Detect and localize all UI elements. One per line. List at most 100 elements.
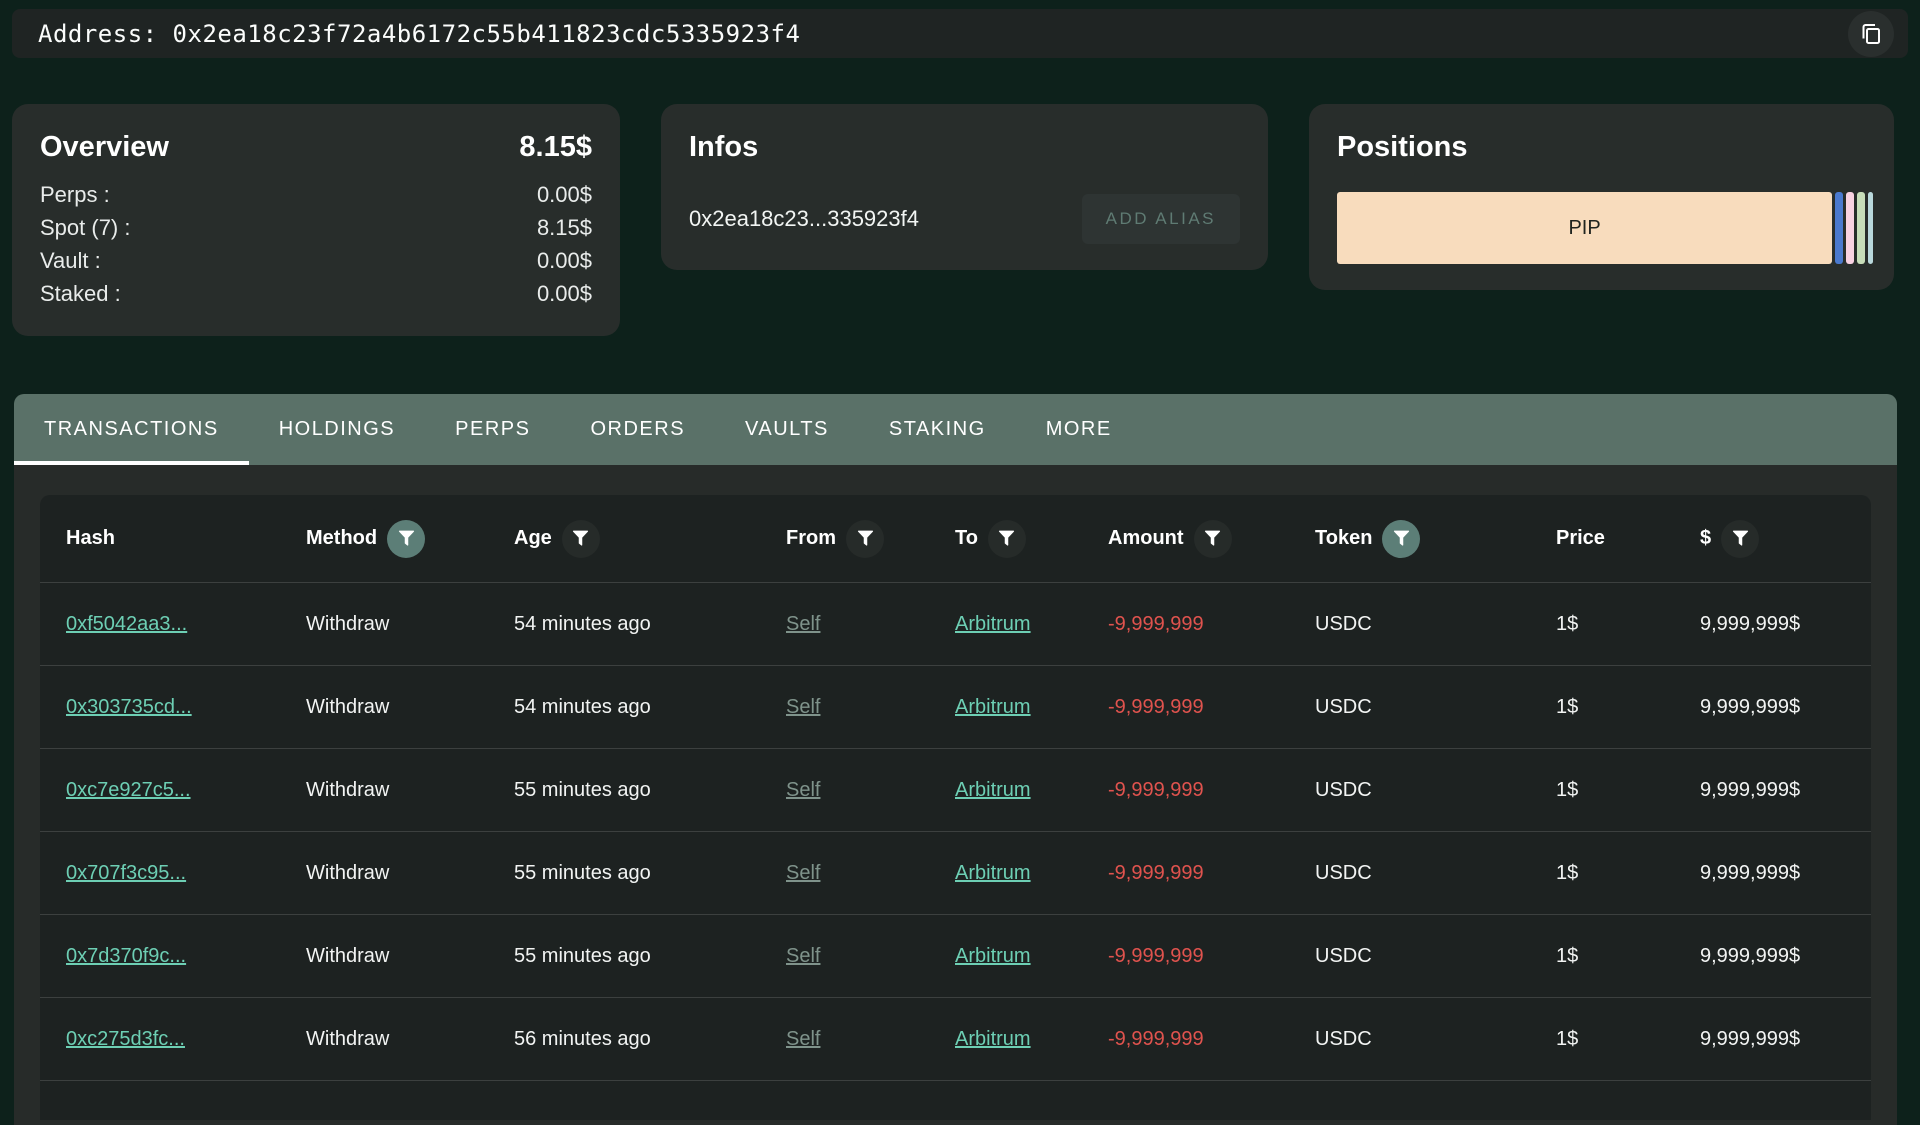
tab-perps[interactable]: PERPS (425, 394, 560, 465)
usd-cell: 9,999,999$ (1700, 613, 1871, 636)
token-cell: USDC (1315, 1028, 1556, 1051)
tab-orders[interactable]: ORDERS (560, 394, 715, 465)
tab-transactions[interactable]: TRANSACTIONS (14, 394, 249, 465)
tab-label: HOLDINGS (279, 418, 395, 441)
filter-button-to[interactable] (988, 520, 1026, 558)
from-link[interactable]: Self (786, 613, 955, 636)
infos-card: Infos 0x2ea18c23...335923f4 ADD ALIAS (661, 104, 1268, 270)
address-text: Address: 0x2ea18c23f72a4b6172c55b411823c… (38, 20, 800, 48)
table-filler-row (40, 1080, 1871, 1120)
filter-button-from[interactable] (846, 520, 884, 558)
age-cell: 54 minutes ago (514, 613, 786, 636)
hash-link[interactable]: 0xc7e927c5... (66, 779, 306, 802)
to-link[interactable]: Arbitrum (955, 1028, 1108, 1051)
filter-button-amount[interactable] (1194, 520, 1232, 558)
position-segment[interactable] (1868, 192, 1873, 264)
position-segment[interactable] (1835, 192, 1843, 264)
to-link[interactable]: Arbitrum (955, 945, 1108, 968)
price-cell: 1$ (1556, 1028, 1700, 1051)
tab-more[interactable]: MORE (1016, 394, 1142, 465)
positions-bar: PIP (1337, 192, 1866, 264)
token-cell: USDC (1315, 779, 1556, 802)
transactions-table-card: HashMethod AgeFrom To Amount TokenPrice $ 0xf… (14, 465, 1897, 1125)
overview-rows: Perps :0.00$Spot (7) :8.15$Vault :0.00$S… (40, 178, 592, 310)
usd-cell: 9,999,999$ (1700, 779, 1871, 802)
hash-link[interactable]: 0x707f3c95... (66, 862, 306, 885)
column-label: Price (1556, 527, 1605, 550)
main-panel: TRANSACTIONS HOLDINGS PERPS ORDERS VAULTS STA… (14, 394, 1897, 1125)
address-bar: Address: 0x2ea18c23f72a4b6172c55b411823c… (12, 9, 1908, 58)
column-label: $ (1700, 527, 1711, 550)
hash-link[interactable]: 0xf5042aa3... (66, 613, 306, 636)
to-link[interactable]: Arbitrum (955, 613, 1108, 636)
column-label: Amount (1108, 527, 1184, 550)
from-link[interactable]: Self (786, 945, 955, 968)
column-header-token: Token (1315, 520, 1556, 558)
tab-label: STAKING (889, 418, 986, 441)
token-cell: USDC (1315, 862, 1556, 885)
from-link[interactable]: Self (786, 696, 955, 719)
hash-link[interactable]: 0x303735cd... (66, 696, 306, 719)
filter-icon (570, 528, 591, 549)
filter-button-token[interactable] (1382, 520, 1420, 558)
overview-row-value: 0.00$ (537, 178, 592, 211)
overview-row: Vault :0.00$ (40, 244, 592, 277)
column-label: Method (306, 527, 377, 550)
from-link[interactable]: Self (786, 862, 955, 885)
to-link[interactable]: Arbitrum (955, 696, 1108, 719)
overview-row-label: Spot (7) : (40, 211, 130, 244)
column-header-amount: Amount (1108, 520, 1315, 558)
filter-button-method[interactable] (387, 520, 425, 558)
tab-label: ORDERS (590, 418, 685, 441)
filter-button-usd[interactable] (1721, 520, 1759, 558)
positions-card: Positions PIP (1309, 104, 1894, 290)
token-cell: USDC (1315, 613, 1556, 636)
amount-cell: -9,999,999 (1108, 945, 1315, 968)
tab-label: VAULTS (745, 418, 829, 441)
overview-row: Spot (7) : 8.15$ (40, 211, 592, 244)
tab-holdings[interactable]: HOLDINGS (249, 394, 425, 465)
to-link[interactable]: Arbitrum (955, 862, 1108, 885)
tab-bar: TRANSACTIONS HOLDINGS PERPS ORDERS VAULTS STA… (14, 394, 1897, 465)
position-segment-pip[interactable]: PIP (1337, 192, 1832, 264)
from-link[interactable]: Self (786, 1028, 955, 1051)
price-cell: 1$ (1556, 779, 1700, 802)
overview-row-value: 0.00$ (537, 277, 592, 310)
copy-address-button[interactable] (1848, 11, 1894, 57)
to-link[interactable]: Arbitrum (955, 779, 1108, 802)
position-segment[interactable] (1857, 192, 1865, 264)
address-value: 0x2ea18c23f72a4b6172c55b411823cdc5335923… (173, 20, 801, 48)
hash-link[interactable]: 0xc275d3fc... (66, 1028, 306, 1051)
method-cell: Withdraw (306, 1028, 514, 1051)
price-cell: 1$ (1556, 862, 1700, 885)
position-segment[interactable] (1846, 192, 1854, 264)
usd-cell: 9,999,999$ (1700, 862, 1871, 885)
positions-title: Positions (1337, 130, 1866, 164)
from-link[interactable]: Self (786, 779, 955, 802)
amount-cell: -9,999,999 (1108, 862, 1315, 885)
tab-staking[interactable]: STAKING (859, 394, 1016, 465)
age-cell: 56 minutes ago (514, 1028, 786, 1051)
usd-cell: 9,999,999$ (1700, 1028, 1871, 1051)
transaction-row: 0xc7e927c5...Withdraw55 minutes agoSelfA… (40, 748, 1871, 831)
table-body: 0xf5042aa3...Withdraw54 minutes agoSelfA… (40, 582, 1871, 1080)
filter-button-age[interactable] (562, 520, 600, 558)
filter-icon (1730, 528, 1751, 549)
usd-cell: 9,999,999$ (1700, 696, 1871, 719)
column-header-age: Age (514, 520, 786, 558)
hash-link[interactable]: 0x7d370f9c... (66, 945, 306, 968)
amount-cell: -9,999,999 (1108, 613, 1315, 636)
overview-card: Overview 8.15$ Perps :0.00$Spot (7) :8.1… (12, 104, 620, 336)
add-alias-button[interactable]: ADD ALIAS (1082, 194, 1240, 244)
overview-row: Staked :0.00$ (40, 277, 592, 310)
column-label: To (955, 527, 978, 550)
age-cell: 55 minutes ago (514, 862, 786, 885)
summary-cards: Overview 8.15$ Perps :0.00$Spot (7) :8.1… (12, 104, 1894, 336)
tab-vaults[interactable]: VAULTS (715, 394, 859, 465)
column-label: From (786, 527, 836, 550)
method-cell: Withdraw (306, 945, 514, 968)
column-header-hash: Hash (66, 527, 306, 550)
overview-row-value: 0.00$ (537, 244, 592, 277)
overview-row-value: 8.15$ (537, 211, 592, 244)
amount-cell: -9,999,999 (1108, 1028, 1315, 1051)
